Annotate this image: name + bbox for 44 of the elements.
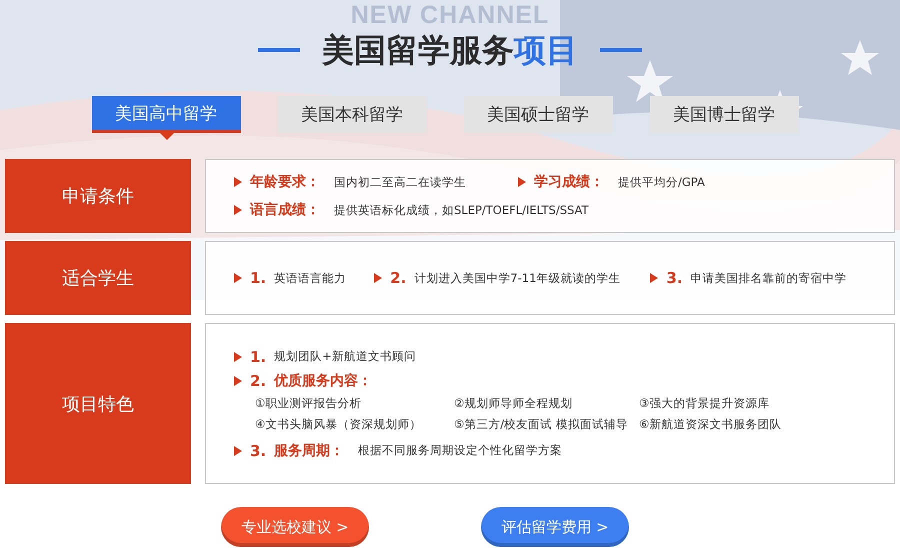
service-item: ⑥新航道资深文书服务团队 <box>639 416 782 432</box>
tab[interactable]: 美国硕士留学 <box>464 96 612 133</box>
item-text: 申请美国排名靠前的寄宿中学 <box>690 270 847 286</box>
item-text: 计划进入美国中学7-11年级就读的学生 <box>414 270 620 286</box>
item-number: 3. <box>250 442 266 460</box>
item-text: 规划团队+新航道文书顾问 <box>274 349 416 364</box>
section-label: 适合学生 <box>5 241 191 315</box>
service-item: ⑤第三方/校友面试 模拟面试辅导 <box>454 416 629 432</box>
item-number: 2. <box>250 372 266 390</box>
triangle-icon <box>234 352 242 362</box>
page-title: 美国留学服务项目 <box>322 30 578 71</box>
field-label: 学习成绩： <box>534 173 604 191</box>
section-label: 项目特色 <box>5 323 191 484</box>
field-value: 国内初二至高二在读学生 <box>334 174 466 190</box>
item-number: 1. <box>250 269 266 287</box>
item-number: 1. <box>250 348 266 366</box>
action-button[interactable]: 评估留学费用 > <box>481 507 629 547</box>
triangle-icon <box>374 273 382 283</box>
item-heading: 优质服务内容： <box>274 372 372 390</box>
field-label: 年龄要求： <box>250 173 320 191</box>
item-number: 2. <box>390 269 406 287</box>
triangle-icon <box>234 376 242 386</box>
item-heading: 服务周期： <box>274 442 344 460</box>
pointer-icon <box>160 133 174 140</box>
triangle-icon <box>650 273 658 283</box>
service-item: ①职业测评报告分析 <box>255 396 362 410</box>
tab[interactable]: 美国高中留学 <box>92 96 240 133</box>
triangle-icon <box>234 205 242 215</box>
triangle-icon <box>234 273 242 283</box>
tab[interactable]: 美国博士留学 <box>650 96 798 133</box>
service-item: ②规划师导师全程规划 <box>454 396 574 410</box>
field-value: 提供英语标化成绩，如SLEP/TOEFL/IELTS/SSAT <box>334 202 589 218</box>
tab[interactable]: 美国本科留学 <box>278 96 426 133</box>
triangle-icon <box>234 446 242 456</box>
section-label: 申请条件 <box>5 159 191 233</box>
item-text: 根据不同服务周期设定个性化留学方案 <box>358 443 562 458</box>
service-item: ④文书头脑风暴（资深规划师） <box>255 416 422 432</box>
item-number: 3. <box>666 269 683 287</box>
item-text: 英语语言能力 <box>274 270 346 286</box>
triangle-icon <box>234 177 242 187</box>
service-item: ③强大的背景提升资源库 <box>639 396 770 410</box>
field-label: 语言成绩： <box>250 201 320 219</box>
triangle-icon <box>518 177 526 187</box>
field-value: 提供平均分/GPA <box>618 174 705 190</box>
